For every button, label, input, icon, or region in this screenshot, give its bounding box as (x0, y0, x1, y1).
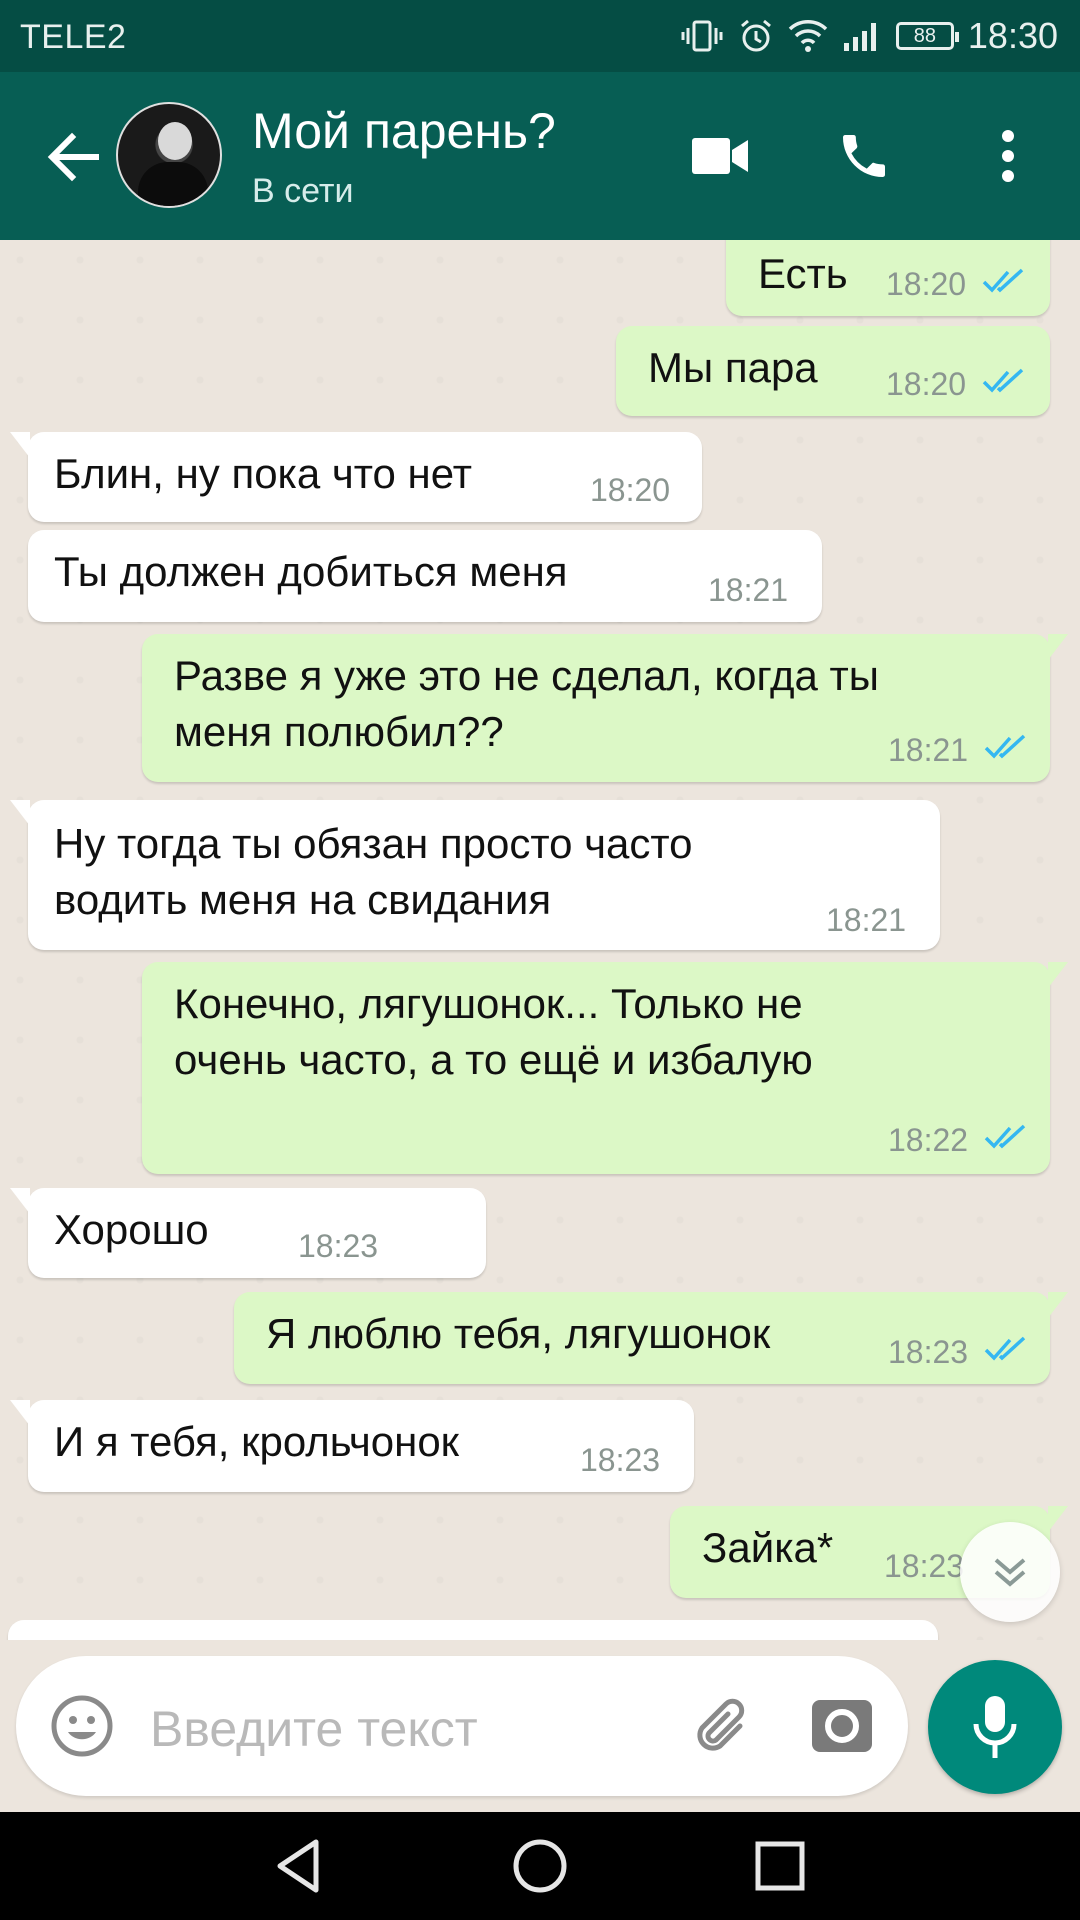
navigation-bar (0, 1812, 1080, 1920)
nav-back-icon[interactable] (268, 1834, 332, 1898)
message-text: Есть (758, 250, 848, 297)
message-text-line1: Разве я уже это не сделал, когда ты (174, 652, 879, 699)
message-outgoing[interactable]: Есть 18:20 (726, 240, 1050, 316)
double-check-icon (982, 368, 1024, 393)
carrier-label: TELE2 (20, 18, 127, 56)
contact-name[interactable]: Мой парень? (252, 102, 556, 160)
message-input[interactable]: Введите текст (150, 1700, 478, 1758)
microphone-icon[interactable] (928, 1660, 1062, 1794)
message-time: 18:20 (886, 266, 967, 302)
avatar[interactable] (116, 102, 222, 208)
message-input-bar[interactable]: Введите текст (16, 1656, 908, 1796)
message-time: 18:21 (888, 732, 969, 768)
chat-header: Мой парень? В сети (0, 72, 1080, 240)
double-check-icon (984, 1336, 1026, 1361)
message-incoming[interactable]: Ну тогда ты обязан просто часто водить м… (10, 800, 940, 950)
status-icons: 88 18:30 (680, 14, 1058, 58)
nav-recents-icon[interactable] (748, 1834, 812, 1898)
double-check-icon (984, 734, 1026, 759)
message-time: 18:22 (888, 1122, 969, 1158)
message-text-line1: Ну тогда ты обязан просто часто (54, 820, 693, 867)
message-outgoing[interactable]: Мы пара 18:20 (616, 326, 1050, 416)
message-text: Я люблю тебя, лягушонок (266, 1310, 771, 1357)
message-text-line2: очень часто, а то ещё и избалую (174, 1036, 813, 1083)
alarm-icon (738, 18, 774, 54)
message-text: Мы пара (648, 344, 818, 391)
video-camera-icon[interactable] (680, 116, 760, 196)
message-text-line2: водить меня на свидания (54, 876, 552, 923)
arrow-left-icon[interactable] (40, 122, 110, 192)
more-vert-icon[interactable] (968, 116, 1048, 196)
message-time: 18:23 (580, 1442, 661, 1478)
status-bar: TELE2 88 18:30 (0, 0, 1080, 72)
message-outgoing[interactable]: Конечно, лягушонок... Только не очень ча… (142, 962, 1068, 1174)
message-time: 18:21 (708, 572, 789, 608)
message-incoming[interactable]: Блин, ну пока что нет 18:20 (10, 432, 702, 522)
message-text-line1: Конечно, лягушонок... Только не (174, 980, 803, 1027)
clock: 18:30 (967, 15, 1058, 56)
message-outgoing[interactable]: Я люблю тебя, лягушонок 18:23 (234, 1292, 1068, 1384)
battery-icon: 88 (895, 22, 959, 50)
paperclip-icon[interactable] (686, 1690, 758, 1762)
emoji-icon[interactable] (46, 1690, 118, 1762)
double-check-icon (982, 268, 1024, 293)
vibrate-icon (680, 18, 724, 54)
double-check-icon (984, 1124, 1026, 1149)
message-outgoing[interactable]: Разве я уже это не сделал, когда ты меня… (142, 634, 1068, 782)
message-incoming[interactable]: И я тебя, крольчонок 18:23 (10, 1400, 694, 1492)
message-incoming-partial[interactable] (8, 1620, 938, 1640)
message-text: Ты должен добиться меня (54, 548, 568, 595)
camera-icon[interactable] (806, 1690, 878, 1762)
message-text-line2: меня полюбил?? (174, 708, 504, 755)
message-time: 18:20 (590, 472, 671, 508)
message-time: 18:23 (884, 1548, 965, 1584)
message-time: 18:21 (826, 902, 907, 938)
message-text: И я тебя, крольчонок (54, 1418, 460, 1465)
nav-home-icon[interactable] (508, 1834, 572, 1898)
chat-area[interactable]: Есть 18:20 Мы пара 18:20 Блин, ну пока ч… (0, 240, 1080, 1640)
message-time: 18:20 (886, 366, 967, 402)
message-text: Блин, ну пока что нет (54, 450, 472, 497)
wifi-icon (788, 19, 828, 53)
message-text: Хорошо (54, 1206, 209, 1253)
message-time: 18:23 (888, 1334, 969, 1370)
chevron-double-down-icon[interactable] (960, 1522, 1060, 1622)
contact-status: В сети (252, 172, 354, 210)
signal-icon (842, 19, 882, 53)
message-time: 18:23 (298, 1228, 379, 1264)
message-incoming[interactable]: Ты должен добиться меня 18:21 (28, 530, 822, 622)
message-incoming[interactable]: Хорошо 18:23 (10, 1188, 486, 1278)
phone-icon[interactable] (824, 116, 904, 196)
message-text: Зайка* (702, 1524, 834, 1571)
